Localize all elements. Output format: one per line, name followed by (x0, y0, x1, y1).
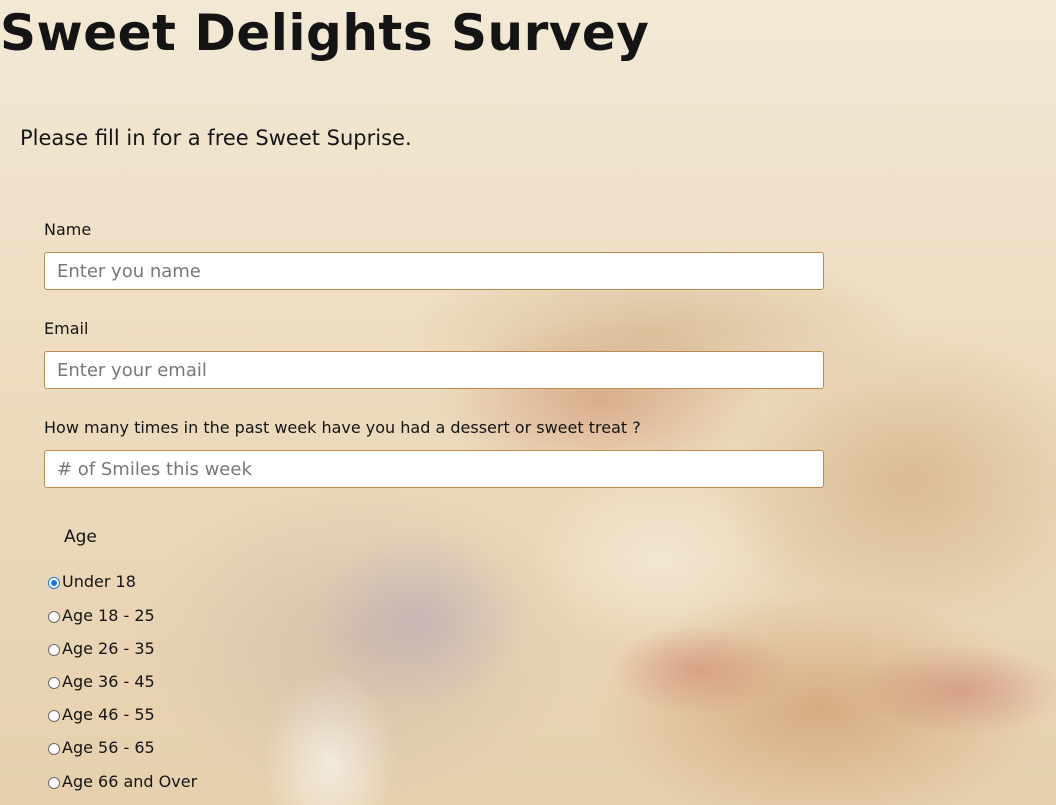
age-option-26-35[interactable]: Age 26 - 35 (48, 637, 155, 659)
age-option-label: Age 56 - 65 (62, 737, 155, 757)
page-title: Sweet Delights Survey (0, 4, 650, 62)
age-option-label: Age 36 - 45 (62, 671, 155, 691)
radio-button[interactable] (48, 610, 60, 623)
radio-button[interactable] (48, 676, 60, 689)
radio-button[interactable] (48, 776, 60, 789)
name-label: Name (44, 220, 92, 239)
age-option-46-55[interactable]: Age 46 - 55 (48, 703, 155, 725)
radio-button[interactable] (48, 643, 60, 656)
radio-button[interactable] (48, 742, 60, 755)
age-option-label: Age 26 - 35 (62, 638, 155, 658)
age-option-label: Under 18 (62, 571, 136, 591)
email-label: Email (44, 319, 89, 338)
age-option-label: Age 66 and Over (62, 771, 198, 791)
age-option-18-25[interactable]: Age 18 - 25 (48, 604, 155, 626)
email-input[interactable] (44, 351, 824, 389)
age-legend: Age (64, 527, 97, 547)
treats-count-input[interactable] (44, 450, 824, 488)
radio-button[interactable] (48, 709, 60, 722)
page-subtitle: Please fill in for a free Sweet Suprise. (20, 126, 412, 150)
name-input[interactable] (44, 252, 824, 290)
age-option-label: Age 18 - 25 (62, 605, 155, 625)
radio-button[interactable] (48, 576, 60, 589)
age-option-label: Age 46 - 55 (62, 704, 155, 724)
age-option-under-18[interactable]: Under 18 (48, 570, 136, 592)
treats-label: How many times in the past week have you… (44, 418, 641, 437)
age-option-36-45[interactable]: Age 36 - 45 (48, 670, 155, 692)
age-option-56-65[interactable]: Age 56 - 65 (48, 736, 155, 758)
background-photo (0, 0, 1056, 805)
age-option-66-over[interactable]: Age 66 and Over (48, 770, 197, 792)
